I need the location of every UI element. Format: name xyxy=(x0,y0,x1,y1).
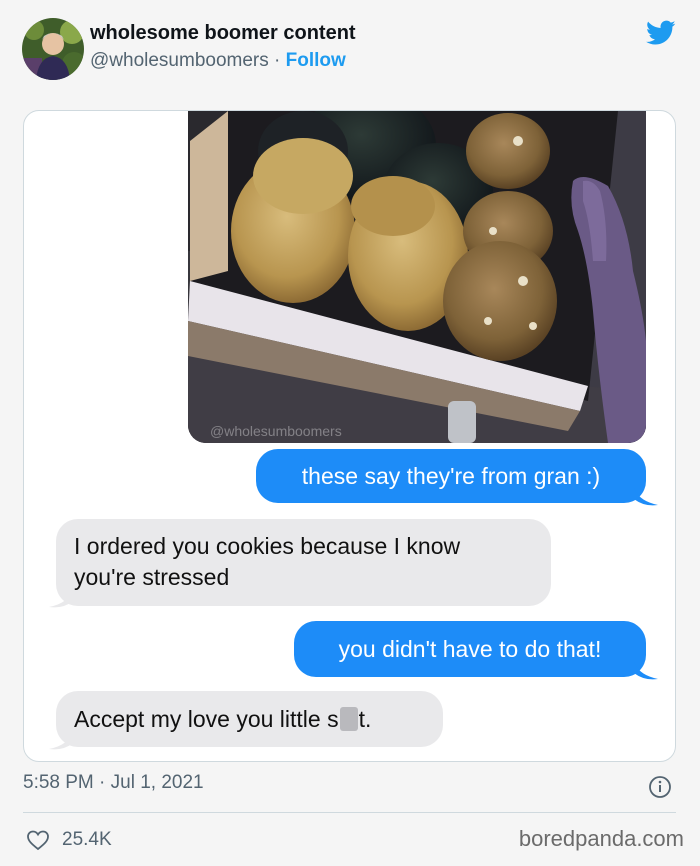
bubble-tail xyxy=(49,731,73,750)
divider xyxy=(23,812,676,813)
separator: · xyxy=(274,50,281,71)
received-message-bubble: Accept my love you little s t. xyxy=(56,691,443,747)
message-text: you didn't have to do that! xyxy=(338,635,602,662)
tweet-timestamp[interactable]: 5:58 PM · Jul 1, 2021 xyxy=(23,772,204,794)
display-name[interactable]: wholesome boomer content xyxy=(90,22,356,45)
cookie-box-photo[interactable]: @wholesumboomers xyxy=(188,111,646,443)
avatar[interactable] xyxy=(22,18,84,80)
bubble-tail xyxy=(49,589,73,608)
like-count: 25.4K xyxy=(62,829,112,850)
message-text: Accept my love you little s xyxy=(74,705,339,732)
censor-blur xyxy=(339,707,358,731)
tweet-header: wholesome boomer content @wholesumboomer… xyxy=(0,0,700,100)
follow-button[interactable]: Follow xyxy=(286,50,346,71)
tweet-media-card[interactable]: @wholesumboomers these say they're from … xyxy=(23,110,676,762)
handle[interactable]: @wholesumboomers xyxy=(90,50,269,71)
like-button[interactable]: 25.4K xyxy=(26,825,112,855)
sent-message-bubble: these say they're from gran :) xyxy=(256,449,646,503)
message-text: these say they're from gran :) xyxy=(301,462,601,489)
twitter-bird-icon[interactable] xyxy=(646,20,676,46)
message-text-line: you're stressed xyxy=(74,564,230,590)
bubble-tail xyxy=(634,661,658,680)
bubble-tail xyxy=(634,487,658,506)
sent-message-bubble: you didn't have to do that! xyxy=(294,621,646,677)
received-message-bubble: I ordered you cookies because I know you… xyxy=(56,519,551,606)
image-watermark: @wholesumboomers xyxy=(210,423,342,439)
handle-line: @wholesumboomers · Follow xyxy=(90,50,346,72)
source-brand: boredpanda.com xyxy=(518,826,684,851)
heart-icon xyxy=(27,830,49,851)
message-text-line: I ordered you cookies because I know xyxy=(74,533,461,559)
info-icon[interactable] xyxy=(648,775,672,799)
message-text: t. xyxy=(358,705,372,732)
